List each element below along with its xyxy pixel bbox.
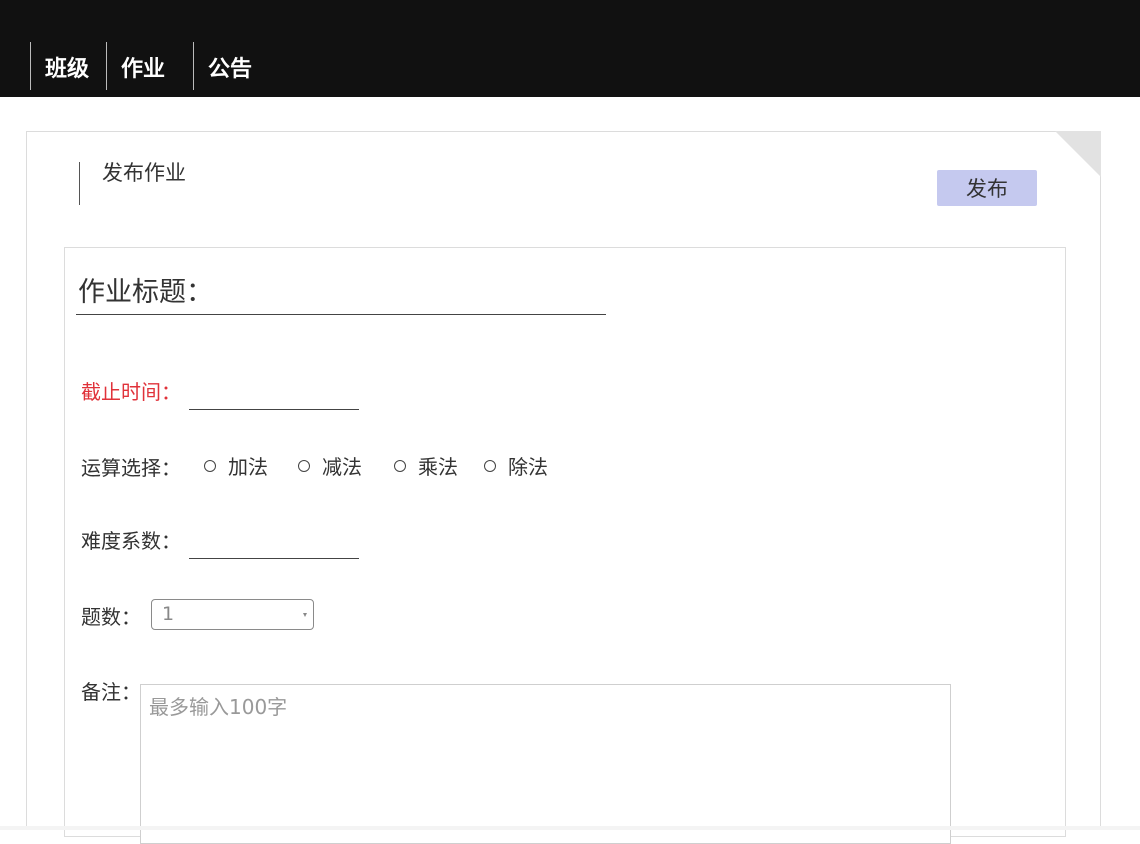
homework-title-input[interactable] [76, 270, 606, 315]
radio-circle-icon [298, 459, 310, 472]
question-count-value: 1 [162, 603, 175, 625]
publish-button[interactable]: 发布 [937, 170, 1037, 206]
operation-radio-group: 加法 减法 乘法 除法 [204, 451, 548, 480]
notes-textarea[interactable] [140, 684, 951, 844]
radio-addition[interactable]: 加法 [204, 451, 268, 480]
radio-circle-icon [394, 459, 406, 472]
nav-item-announcement[interactable]: 公告 [193, 42, 273, 90]
page-title: 发布作业 [102, 161, 186, 185]
radio-addition-label: 加法 [228, 455, 268, 479]
homework-form: 截止时间： 运算选择： 加法 减法 乘法 除法 难度系数： 题数： [64, 247, 1066, 844]
radio-division-label: 除法 [508, 455, 548, 479]
nav-item-homework[interactable]: 作业 [106, 42, 193, 90]
operation-label: 运算选择： [81, 456, 181, 480]
question-count-select[interactable]: 1 [151, 599, 314, 630]
radio-multiplication-label: 乘法 [418, 455, 458, 479]
difficulty-input[interactable] [189, 530, 359, 559]
radio-division[interactable]: 除法 [484, 451, 548, 480]
page-title-block: 发布作业 [79, 161, 186, 205]
difficulty-label: 难度系数： [81, 529, 181, 553]
publish-homework-panel: 发布作业 发布 截止时间： 运算选择： 加法 减法 乘法 除法 [26, 131, 1101, 844]
radio-subtraction[interactable]: 减法 [298, 451, 362, 480]
radio-circle-icon [484, 459, 496, 472]
nav-item-class[interactable]: 班级 [30, 42, 106, 90]
main-nav: 班级 作业 公告 [30, 42, 273, 90]
bottom-strip [0, 826, 1140, 830]
radio-multiplication[interactable]: 乘法 [394, 451, 458, 480]
deadline-label: 截止时间： [81, 380, 181, 404]
deadline-input[interactable] [189, 381, 359, 410]
question-count-label: 题数： [81, 605, 141, 629]
radio-circle-icon [204, 459, 216, 472]
radio-subtraction-label: 减法 [322, 455, 362, 479]
chevron-down-icon [303, 613, 307, 617]
notes-label: 备注： [81, 680, 141, 704]
corner-fold-decoration [1055, 131, 1101, 177]
top-navigation-bar: 班级 作业 公告 [0, 0, 1140, 97]
